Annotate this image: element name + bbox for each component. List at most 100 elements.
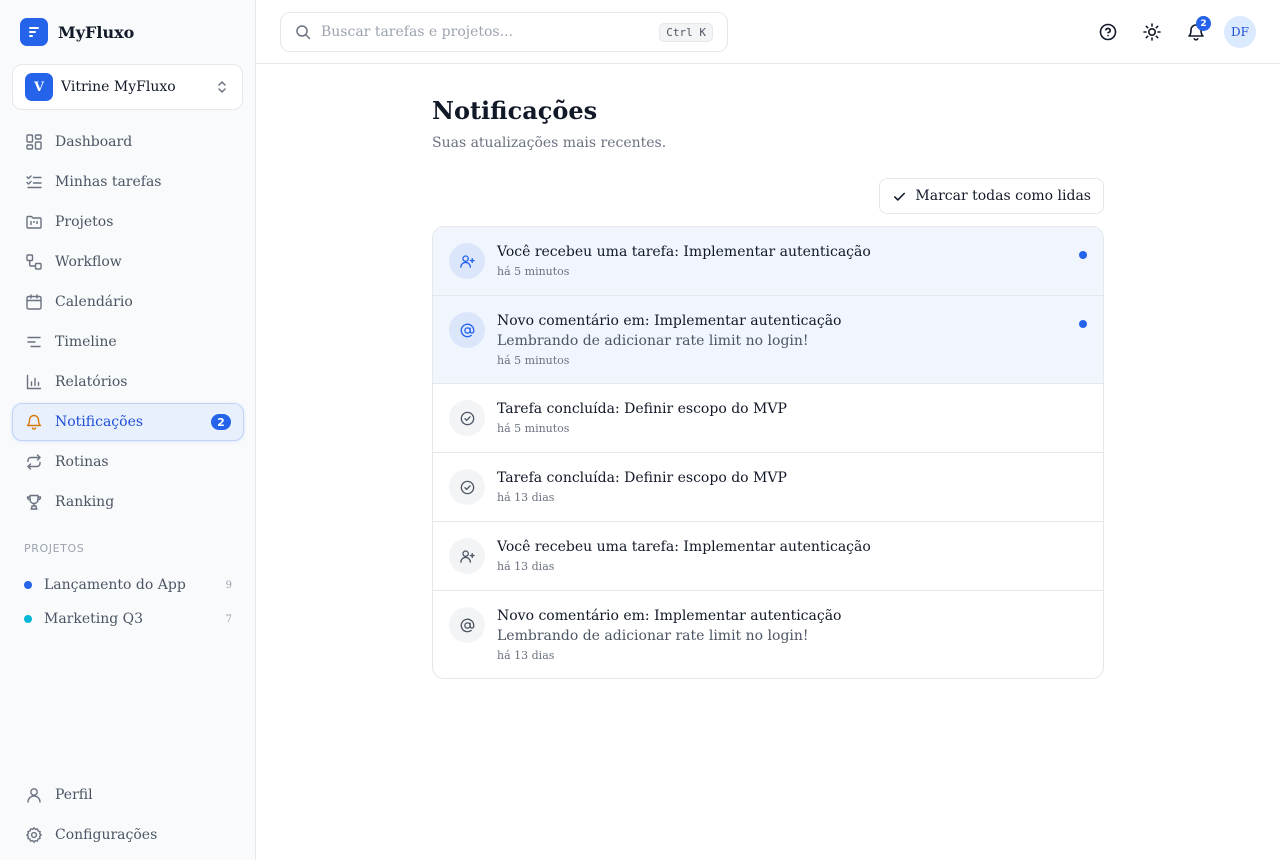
notification-count-badge: 2 (1196, 16, 1211, 31)
notification-title: Tarefa concluída: Definir escopo do MVP (497, 401, 787, 417)
sun-icon (1143, 23, 1161, 41)
notification-item[interactable]: Novo comentário em: Implementar autentic… (433, 296, 1103, 384)
project-item[interactable]: Marketing Q3 7 (24, 602, 232, 636)
mark-all-read-label: Marcar todas como lidas (915, 188, 1091, 204)
workflow-icon (26, 254, 42, 270)
notification-item[interactable]: Você recebeu uma tarefa: Implementar aut… (433, 227, 1103, 296)
bottom-nav: Perfil Configurações (12, 776, 244, 856)
sidebar-item-label: Rotinas (55, 454, 109, 470)
sidebar-item-perfil[interactable]: Perfil (12, 776, 244, 814)
sidebar-item-projetos[interactable]: Projetos (12, 203, 244, 241)
notification-title: Você recebeu uma tarefa: Implementar aut… (497, 244, 871, 260)
notification-icon-wrap (449, 243, 485, 279)
notification-time: há 13 dias (497, 649, 555, 662)
sidebar-item-rotinas[interactable]: Rotinas (12, 443, 244, 481)
dashboard-icon (26, 134, 42, 150)
sidebar-item-notificacoes[interactable]: Notificações 2 (12, 403, 244, 441)
logo-icon (20, 18, 48, 46)
gear-icon (26, 827, 42, 843)
topbar-actions: 2 DF (1092, 16, 1256, 48)
notification-body: Tarefa concluída: Definir escopo do MVP … (497, 469, 1087, 504)
notification-title: Novo comentário em: Implementar autentic… (497, 608, 842, 624)
user-icon (27, 788, 41, 803)
bell-icon (26, 414, 42, 430)
folder-kanban-icon (26, 215, 42, 229)
theme-toggle-button[interactable] (1136, 16, 1168, 48)
sidebar-item-workflow[interactable]: Workflow (12, 243, 244, 281)
trophy-icon (26, 494, 42, 510)
notification-time: há 13 dias (497, 560, 555, 573)
notification-icon-wrap (449, 607, 485, 643)
sidebar-item-label: Minhas tarefas (55, 174, 162, 190)
check-circle-icon (460, 480, 474, 494)
at-sign-icon (460, 323, 474, 337)
chevrons-up-down-icon (218, 81, 226, 93)
main-content: Notificações Suas atualizações mais rece… (432, 96, 1104, 679)
project-name: Marketing Q3 (44, 611, 144, 627)
sidebar-item-configuracoes[interactable]: Configurações (12, 816, 244, 854)
notification-body: Você recebeu uma tarefa: Implementar aut… (497, 538, 1087, 573)
project-task-count: 9 (225, 579, 232, 591)
check-circle-icon (460, 411, 474, 425)
avatar[interactable]: DF (1224, 16, 1256, 48)
sidebar-item-label: Dashboard (55, 134, 133, 150)
calendar-icon (26, 294, 42, 310)
sidebar-item-dashboard[interactable]: Dashboard (12, 123, 244, 161)
notification-detail: Lembrando de adicionar rate limit no log… (497, 628, 809, 644)
project-item[interactable]: Lançamento do App 9 (24, 568, 232, 602)
brand-name: MyFluxo (58, 22, 135, 42)
mark-all-read-button[interactable]: Marcar todas como lidas (879, 178, 1104, 214)
brand[interactable]: MyFluxo (20, 18, 134, 46)
search-box[interactable]: Ctrl K (280, 12, 728, 52)
sidebar: MyFluxo V Vitrine MyFluxo Dashboard Minh… (0, 0, 256, 860)
topbar: Ctrl K 2 DF (256, 0, 1280, 64)
workspace-switcher[interactable]: V Vitrine MyFluxo (12, 64, 243, 110)
user-plus-icon (459, 549, 475, 563)
notification-list: Você recebeu uma tarefa: Implementar aut… (432, 226, 1104, 679)
notification-time: há 5 minutos (497, 265, 570, 278)
sidebar-item-minhas-tarefas[interactable]: Minhas tarefas (12, 163, 244, 201)
notification-body: Você recebeu uma tarefa: Implementar aut… (497, 243, 1087, 278)
notification-body: Novo comentário em: Implementar autentic… (497, 607, 1087, 662)
search-input[interactable] (321, 24, 660, 40)
bar-chart-icon (26, 374, 42, 390)
notification-count-badge: 2 (211, 414, 231, 430)
notification-time: há 5 minutos (497, 422, 570, 435)
notification-item[interactable]: Novo comentário em: Implementar autentic… (433, 591, 1103, 678)
notification-icon-wrap (449, 400, 485, 436)
sidebar-item-calendario[interactable]: Calendário (12, 283, 244, 321)
user-plus-icon (459, 254, 475, 268)
workspace-avatar: V (25, 73, 53, 101)
workspace-name: Vitrine MyFluxo (61, 79, 176, 95)
notification-item[interactable]: Você recebeu uma tarefa: Implementar aut… (433, 522, 1103, 591)
notification-body: Tarefa concluída: Definir escopo do MVP … (497, 400, 1087, 435)
notification-time: há 13 dias (497, 491, 555, 504)
notification-icon-wrap (449, 469, 485, 505)
notification-body: Novo comentário em: Implementar autentic… (497, 312, 1087, 367)
notification-title: Novo comentário em: Implementar autentic… (497, 313, 842, 329)
page-title: Notificações (432, 96, 598, 125)
notification-icon-wrap (449, 538, 485, 574)
notification-item[interactable]: Tarefa concluída: Definir escopo do MVP … (433, 384, 1103, 453)
check-icon (894, 192, 906, 201)
notification-item[interactable]: Tarefa concluída: Definir escopo do MVP … (433, 453, 1103, 522)
projects-heading: PROJETOS (24, 542, 85, 555)
notification-title: Tarefa concluída: Definir escopo do MVP (497, 470, 787, 486)
sidebar-item-label: Relatórios (55, 374, 128, 390)
projects-list: Lançamento do App 9 Marketing Q3 7 (24, 568, 232, 636)
sidebar-item-timeline[interactable]: Timeline (12, 323, 244, 361)
sidebar-item-label: Workflow (55, 254, 122, 270)
sidebar-item-label: Configurações (55, 827, 158, 843)
notifications-button[interactable]: 2 (1180, 16, 1212, 48)
sidebar-item-ranking[interactable]: Ranking (12, 483, 244, 521)
project-task-count: 7 (225, 613, 232, 625)
help-button[interactable] (1092, 16, 1124, 48)
notification-icon-wrap (449, 312, 485, 348)
at-sign-icon (460, 618, 474, 632)
sidebar-item-relatorios[interactable]: Relatórios (12, 363, 244, 401)
project-color-dot (24, 581, 32, 589)
unread-indicator (1079, 320, 1087, 328)
project-name: Lançamento do App (44, 577, 186, 593)
sidebar-item-label: Projetos (55, 214, 114, 230)
notification-title: Você recebeu uma tarefa: Implementar aut… (497, 539, 871, 555)
